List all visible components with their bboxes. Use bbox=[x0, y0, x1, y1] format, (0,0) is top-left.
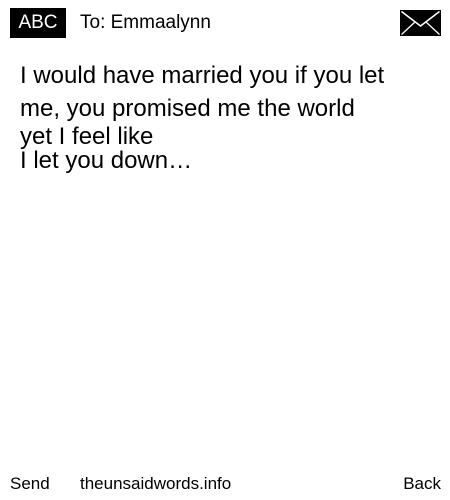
back-button[interactable]: Back bbox=[403, 472, 441, 496]
input-mode-indicator[interactable]: ABC bbox=[10, 8, 66, 38]
message-line: me, you promised me the world bbox=[20, 95, 355, 122]
message-header: ABC To: Emmaalynn bbox=[0, 0, 450, 46]
send-button[interactable]: Send bbox=[10, 472, 50, 496]
envelope-icon bbox=[400, 10, 441, 36]
message-line: I would have married you if you let bbox=[20, 62, 385, 89]
message-line: I let you down… bbox=[20, 147, 193, 174]
message-line: yet I feel like bbox=[20, 123, 154, 150]
site-label: theunsaidwords.info bbox=[80, 474, 232, 493]
message-body[interactable]: I would have married you if you let me, … bbox=[20, 59, 435, 173]
recipient-field[interactable]: To: Emmaalynn bbox=[80, 8, 211, 38]
